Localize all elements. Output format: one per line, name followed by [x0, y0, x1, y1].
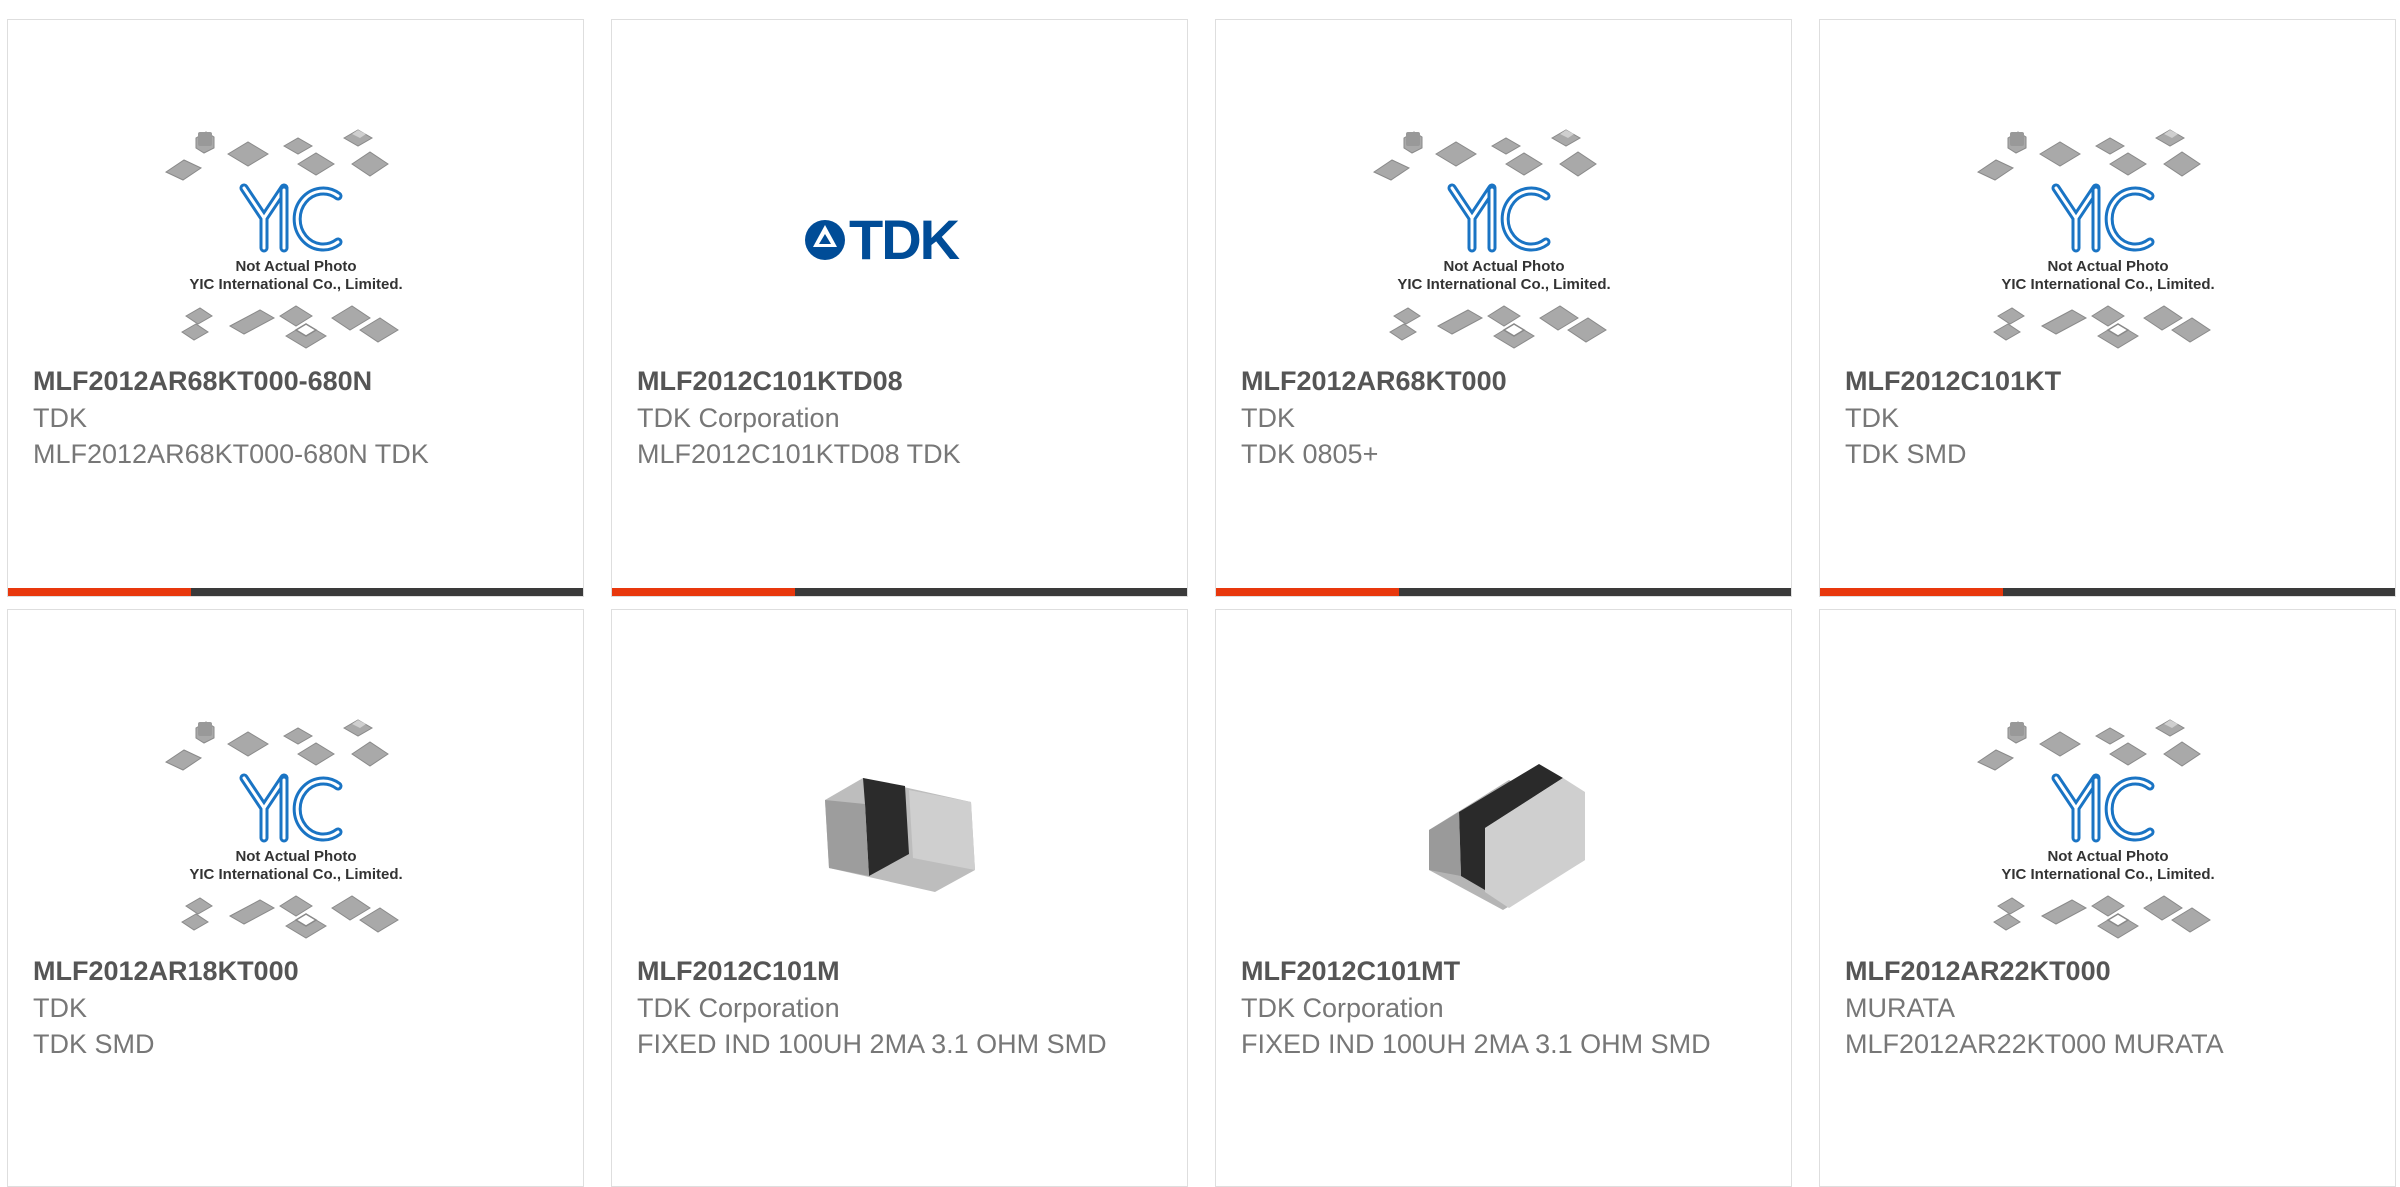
part-number[interactable]: MLF2012AR68KT000	[1241, 363, 1771, 400]
manufacturer: TDK	[33, 993, 87, 1023]
svg-text:YIC International Co., Limited: YIC International Co., Limited.	[2001, 866, 2214, 883]
manufacturer: MURATA	[1845, 993, 1955, 1023]
description: FIXED IND 100UH 2MA 3.1 OHM SMD	[1241, 1029, 1711, 1059]
product-card[interactable]: TDK MLF2012C101KTD08 TDK Corporation MLF…	[611, 19, 1188, 597]
product-image[interactable]: Not Actual Photo YIC International Co., L…	[8, 690, 583, 970]
manufacturer: TDK	[33, 403, 87, 433]
part-number[interactable]: MLF2012AR22KT000	[1845, 953, 2375, 990]
product-image[interactable]: Not Actual Photo YIC International Co., L…	[1820, 690, 2395, 970]
part-number[interactable]: MLF2012C101KTD08	[637, 363, 1167, 400]
product-card[interactable]: Not Actual Photo YIC International Co., L…	[1819, 19, 2396, 597]
product-image[interactable]: Not Actual Photo YIC International Co., L…	[1216, 100, 1791, 380]
part-number[interactable]: MLF2012AR18KT000	[33, 953, 563, 990]
svg-text:YIC International Co., Limited: YIC International Co., Limited.	[189, 866, 402, 883]
description: TDK SMD	[1845, 439, 1967, 469]
manufacturer: TDK	[1845, 403, 1899, 433]
description: TDK SMD	[33, 1029, 155, 1059]
part-number[interactable]: MLF2012C101KT	[1845, 363, 2375, 400]
card-accent-bar	[612, 588, 795, 596]
card-accent-bar	[1216, 588, 1399, 596]
product-card[interactable]: Not Actual Photo YIC International Co., L…	[7, 609, 584, 1187]
description: FIXED IND 100UH 2MA 3.1 OHM SMD	[637, 1029, 1107, 1059]
description: MLF2012C101KTD08 TDK	[637, 439, 961, 469]
product-card[interactable]: Not Actual Photo YIC International Co., L…	[7, 19, 584, 597]
card-bottom-bar	[1820, 588, 2395, 596]
product-card[interactable]: Not Actual Photo YIC International Co., L…	[1215, 19, 1792, 597]
svg-text:YIC International Co., Limited: YIC International Co., Limited.	[189, 276, 402, 293]
card-bottom-bar	[612, 588, 1187, 596]
svg-text:Not Actual Photo: Not Actual Photo	[2047, 258, 2168, 275]
product-image[interactable]	[1216, 690, 1791, 970]
svg-text:YIC International Co., Limited: YIC International Co., Limited.	[2001, 276, 2214, 293]
card-accent-bar	[8, 588, 191, 596]
description: MLF2012AR68KT000-680N TDK	[33, 439, 429, 469]
product-image[interactable]	[612, 690, 1187, 970]
product-card[interactable]: MLF2012C101MT TDK Corporation FIXED IND …	[1215, 609, 1792, 1187]
product-image[interactable]: TDK	[612, 100, 1187, 380]
svg-text:Not Actual Photo: Not Actual Photo	[235, 258, 356, 275]
svg-text:Not Actual Photo: Not Actual Photo	[1443, 258, 1564, 275]
manufacturer: TDK Corporation	[1241, 993, 1444, 1023]
part-number[interactable]: MLF2012AR68KT000-680N	[33, 363, 563, 400]
manufacturer: TDK	[1241, 403, 1295, 433]
description: TDK 0805+	[1241, 439, 1379, 469]
svg-text:YIC International Co., Limited: YIC International Co., Limited.	[1397, 276, 1610, 293]
svg-text:TDK: TDK	[849, 208, 960, 271]
card-bottom-bar	[1216, 588, 1791, 596]
manufacturer: TDK Corporation	[637, 993, 840, 1023]
svg-text:Not Actual Photo: Not Actual Photo	[235, 848, 356, 865]
part-number[interactable]: MLF2012C101MT	[1241, 953, 1771, 990]
product-card[interactable]: Not Actual Photo YIC International Co., L…	[1819, 609, 2396, 1187]
manufacturer: TDK Corporation	[637, 403, 840, 433]
product-card[interactable]: MLF2012C101M TDK Corporation FIXED IND 1…	[611, 609, 1188, 1187]
product-image[interactable]: Not Actual Photo YIC International Co., L…	[1820, 100, 2395, 380]
svg-text:Not Actual Photo: Not Actual Photo	[2047, 848, 2168, 865]
product-image[interactable]: Not Actual Photo YIC International Co., L…	[8, 100, 583, 380]
card-accent-bar	[1820, 588, 2003, 596]
part-number[interactable]: MLF2012C101M	[637, 953, 1167, 990]
card-bottom-bar	[8, 588, 583, 596]
description: MLF2012AR22KT000 MURATA	[1845, 1029, 2224, 1059]
